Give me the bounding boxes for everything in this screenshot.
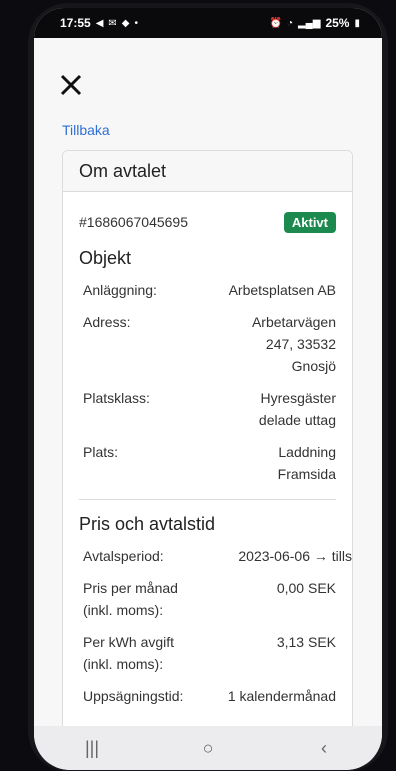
pricing-row-kwh: Per kWh avgift (inkl. moms): 3,13 SEK (79, 631, 336, 675)
pricing-row-monthly: Pris per månad (inkl. moms): 0,00 SEK (79, 577, 336, 621)
status-badge: Aktivt (283, 211, 336, 233)
close-icon[interactable] (60, 74, 86, 100)
row-label: Plats: (83, 444, 119, 460)
row-label: Anläggning: (83, 282, 157, 298)
card-title: Om avtalet (63, 151, 352, 192)
contract-id: #1686067045695 (79, 214, 189, 230)
row-value: 2023-06-06 → tills vi (238, 548, 352, 564)
back-link[interactable]: Tillbaka (62, 122, 110, 138)
alarm-icon: ⏰ (269, 17, 282, 29)
object-section-title: Objekt (79, 248, 132, 268)
battery-level: 25% (325, 16, 350, 30)
row-value: Laddning Framsida (277, 444, 336, 482)
pricing-row-period: Avtalsperiod: 2023-06-06 → tills vi (79, 545, 352, 567)
object-row-class: Platsklass: Hyresgäster delade uttag (79, 387, 336, 431)
contract-id-row: #1686067045695 Aktivt (79, 210, 336, 234)
recents-icon[interactable]: ||| (72, 738, 112, 759)
battery-icon: ▮ (354, 17, 360, 29)
object-row-spot: Plats: Laddning Framsida (79, 441, 336, 485)
object-row-address: Adress: Arbetarvägen 247, 33532 Gnosjö (79, 311, 336, 377)
row-label: Platsklass: (83, 390, 150, 406)
android-nav-bar: ||| ○ ‹ (34, 726, 382, 770)
sound-icon: ◀ (95, 17, 104, 29)
status-time: 17:55 (60, 16, 91, 30)
status-right: ⏰ ◔ ▂▄▆ 25% ▮ (269, 16, 360, 30)
pricing-row-notice: Uppsägningstid: 1 kalendermånad (79, 685, 336, 707)
object-row-facility: Anläggning: Arbetsplatsen AB (79, 279, 336, 301)
row-label: Adress: (83, 314, 131, 330)
status-left: 17:55 ◀ ✉ ◆ • (60, 16, 138, 30)
row-value: Arbetsplatsen AB (228, 282, 336, 298)
divider (79, 499, 336, 500)
modal-sheet: Tillbaka Om avtalet #1686067045695 Aktiv… (34, 38, 382, 750)
contract-card: Om avtalet #1686067045695 Aktivt Objekt … (62, 150, 353, 750)
row-label: Pris per månad (inkl. moms): (83, 580, 178, 618)
signal-icon: ▂▄▆ (297, 17, 321, 29)
row-value: 1 kalendermånad (227, 688, 336, 704)
status-bar: 17:55 ◀ ✉ ◆ • ⏰ ◔ ▂▄▆ 25% ▮ (34, 8, 382, 38)
row-label: Per kWh avgift (inkl. moms): (83, 634, 175, 672)
mail-icon: ✉ (108, 17, 117, 29)
row-value: Arbetarvägen 247, 33532 Gnosjö (251, 314, 336, 374)
home-icon[interactable]: ○ (188, 738, 228, 759)
row-label: Uppsägningstid: (83, 688, 184, 704)
screen: 17:55 ◀ ✉ ◆ • ⏰ ◔ ▂▄▆ 25% ▮ Tillbaka Om … (34, 8, 382, 770)
back-icon[interactable]: ‹ (304, 738, 344, 759)
card-body: #1686067045695 Aktivt Objekt Anläggning:… (63, 210, 352, 707)
row-value: 3,13 SEK (276, 634, 336, 650)
wifi-icon: ◔ (286, 17, 293, 29)
pricing-section-title: Pris och avtalstid (79, 514, 216, 534)
row-label: Avtalsperiod: (83, 548, 164, 564)
dot-icon: • (134, 17, 139, 29)
row-value: 0,00 SEK (276, 580, 336, 596)
row-value: Hyresgäster delade uttag (258, 390, 336, 428)
app-icon: ◆ (121, 17, 130, 29)
